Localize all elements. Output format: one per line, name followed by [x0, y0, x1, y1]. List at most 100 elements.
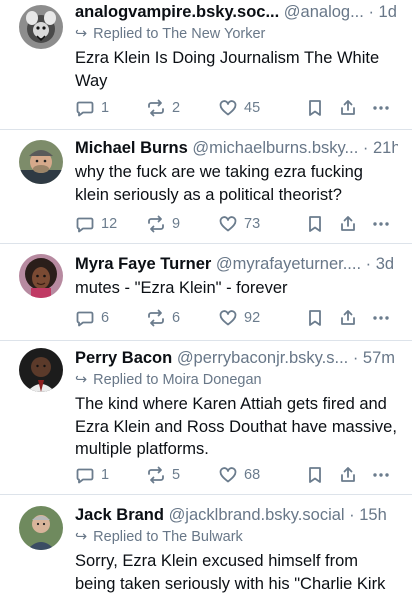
- repost-count: 9: [172, 216, 181, 232]
- like-button[interactable]: 73: [218, 212, 260, 236]
- avatar[interactable]: [19, 5, 63, 49]
- repost-button[interactable]: 2: [146, 96, 180, 120]
- reply-context[interactable]: ↪ Replied to The New Yorker: [75, 23, 398, 45]
- repost-count: 6: [172, 310, 181, 326]
- bookmark-button[interactable]: [305, 463, 325, 487]
- reply-to-label: Replied to The Bulwark: [93, 529, 243, 545]
- post-text: Sorry, Ezra Klein excused himself from b…: [75, 552, 386, 593]
- repost-icon: [148, 99, 164, 117]
- more-options-button[interactable]: [371, 463, 391, 487]
- post-time[interactable]: · 3d: [366, 255, 394, 273]
- more-options-icon: [373, 106, 389, 110]
- post-time[interactable]: · 57m: [353, 349, 395, 367]
- like-button[interactable]: 92: [218, 306, 260, 330]
- post-header: Jack Brand @jacklbrand.bsky.social · 15h: [75, 504, 398, 526]
- author-name[interactable]: Myra Faye Turner: [75, 255, 211, 273]
- like-count: 92: [244, 310, 261, 326]
- post-header: Michael Burns @michaelburns.bsky... · 21…: [75, 137, 398, 159]
- repost-button[interactable]: 9: [146, 212, 180, 236]
- avatar-image: [19, 140, 63, 184]
- author-handle[interactable]: @michaelburns.bsky...: [192, 139, 358, 157]
- avatar[interactable]: [19, 348, 63, 392]
- avatar[interactable]: [19, 506, 63, 550]
- like-count: 68: [244, 467, 261, 483]
- more-options-icon: [373, 473, 389, 477]
- reply-arrow-icon: ↪: [75, 372, 88, 388]
- author-handle[interactable]: @jacklbrand.bsky.social: [169, 506, 345, 524]
- post[interactable]: Jack Brand @jacklbrand.bsky.social · 15h…: [0, 495, 412, 600]
- heart-icon: [219, 100, 237, 116]
- reply-count: 6: [101, 310, 110, 326]
- bookmark-button[interactable]: [305, 96, 325, 120]
- repost-button[interactable]: 6: [146, 306, 180, 330]
- author-handle[interactable]: @perrybaconjr.bsky.s...: [177, 349, 348, 367]
- bookmark-icon: [309, 467, 321, 483]
- post[interactable]: analogvampire.bsky.soc... @analog... · 1…: [0, 0, 412, 130]
- reply-to-label: Replied to The New Yorker: [93, 26, 266, 42]
- repost-icon: [148, 215, 164, 233]
- avatar[interactable]: [19, 140, 63, 184]
- reply-count: 12: [101, 216, 118, 232]
- repost-button[interactable]: 5: [146, 463, 180, 487]
- reply-count: 1: [101, 467, 110, 483]
- post[interactable]: Myra Faye Turner @myrafayeturner.... · 3…: [0, 244, 412, 341]
- reply-button[interactable]: 6: [75, 306, 109, 330]
- post-header: Perry Bacon @perrybaconjr.bsky.s... · 57…: [75, 347, 398, 369]
- share-button[interactable]: [338, 96, 358, 120]
- share-button[interactable]: [338, 212, 358, 236]
- author-handle[interactable]: @myrafayeturner....: [216, 255, 361, 273]
- reply-icon: [76, 468, 94, 484]
- reply-context[interactable]: ↪ Replied to Moira Donegan: [75, 369, 398, 391]
- share-icon: [341, 100, 355, 115]
- post-actions: 1 5 68: [75, 463, 395, 487]
- bookmark-icon: [309, 100, 321, 116]
- reply-icon: [76, 217, 94, 233]
- like-button[interactable]: 68: [218, 463, 260, 487]
- author-name[interactable]: Perry Bacon: [75, 349, 172, 367]
- heart-icon: [219, 467, 237, 483]
- avatar-image: [19, 348, 63, 392]
- repost-count: 2: [172, 100, 181, 116]
- post[interactable]: Michael Burns @michaelburns.bsky... · 21…: [0, 130, 412, 244]
- reply-arrow-icon: ↪: [75, 529, 88, 545]
- reply-count: 1: [101, 100, 110, 116]
- reply-button[interactable]: 1: [75, 463, 109, 487]
- heart-icon: [219, 216, 237, 232]
- avatar-image: [19, 254, 63, 298]
- author-handle[interactable]: @analog...: [284, 3, 364, 21]
- post-time[interactable]: · 15h: [349, 506, 387, 524]
- bookmark-icon: [309, 216, 321, 232]
- post-time[interactable]: · 21h: [363, 139, 398, 157]
- reply-to-label: Replied to Moira Donegan: [93, 372, 262, 388]
- share-icon: [341, 310, 355, 325]
- post-header: analogvampire.bsky.soc... @analog... · 1…: [75, 1, 398, 23]
- like-button[interactable]: 45: [218, 96, 260, 120]
- post-feed: analogvampire.bsky.soc... @analog... · 1…: [0, 0, 412, 600]
- bookmark-button[interactable]: [305, 212, 325, 236]
- post-text: why the fuck are we taking ezra fucking …: [75, 163, 363, 204]
- share-button[interactable]: [338, 306, 358, 330]
- reply-context[interactable]: ↪ Replied to The Bulwark: [75, 526, 398, 548]
- bookmark-icon: [309, 310, 321, 326]
- avatar[interactable]: [19, 254, 63, 298]
- avatar-image: [19, 506, 63, 550]
- share-button[interactable]: [338, 463, 358, 487]
- more-options-button[interactable]: [371, 212, 391, 236]
- share-icon: [341, 467, 355, 482]
- bookmark-button[interactable]: [305, 306, 325, 330]
- author-name[interactable]: analogvampire.bsky.soc...: [75, 3, 279, 21]
- author-name[interactable]: Michael Burns: [75, 139, 188, 157]
- post-text: The kind where Karen Attiah gets fired a…: [75, 395, 397, 458]
- repost-icon: [148, 466, 164, 484]
- reply-button[interactable]: 12: [75, 212, 117, 236]
- post-text: mutes - "Ezra Klein" - forever: [75, 279, 288, 297]
- more-options-button[interactable]: [371, 306, 391, 330]
- more-options-button[interactable]: [371, 96, 391, 120]
- more-options-icon: [373, 222, 389, 226]
- reply-button[interactable]: 1: [75, 96, 109, 120]
- post-time[interactable]: · 1d: [368, 3, 396, 21]
- more-options-icon: [373, 316, 389, 320]
- author-name[interactable]: Jack Brand: [75, 506, 164, 524]
- post-header: Myra Faye Turner @myrafayeturner.... · 3…: [75, 253, 398, 275]
- post[interactable]: Perry Bacon @perrybaconjr.bsky.s... · 57…: [0, 341, 412, 495]
